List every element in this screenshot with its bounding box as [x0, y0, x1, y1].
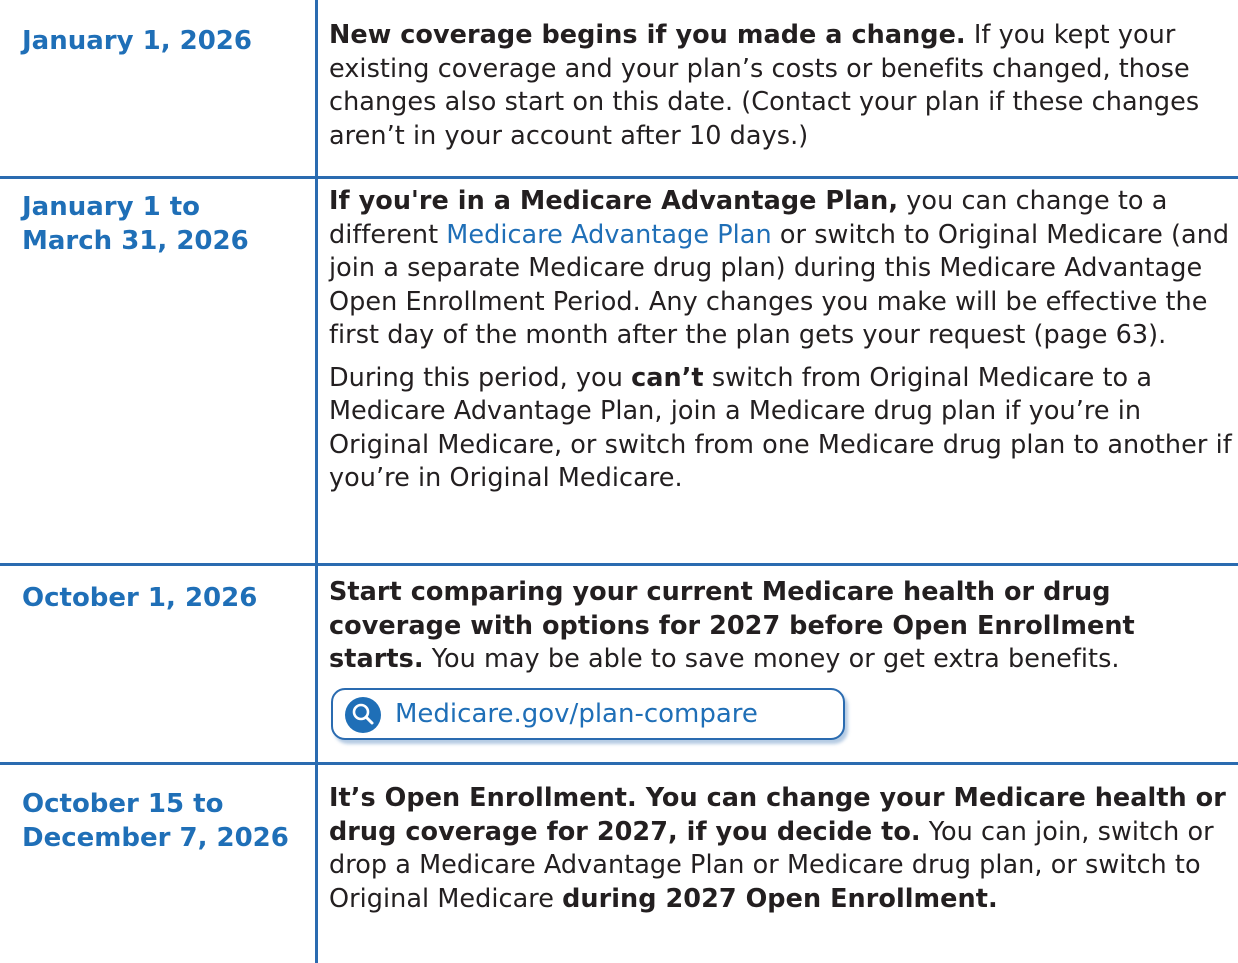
search-icon — [345, 697, 381, 733]
bold-lead: If you're in a Medicare Advantage Plan, — [329, 186, 899, 216]
date-line: March 31, 2026 — [22, 226, 249, 256]
date-label: October 1, 2026 — [22, 583, 258, 613]
date-label: October 15 to December 7, 2026 — [22, 787, 307, 855]
bold-emphasis: during 2027 Open Enrollment. — [562, 883, 998, 914]
enrollment-dates-table: January 1, 2026 New coverage begins if y… — [0, 0, 1238, 963]
plan-compare-link-text[interactable]: Medicare.gov/plan-compare — [395, 697, 758, 731]
date-line: October 15 to — [22, 789, 224, 819]
row-divider — [0, 176, 1238, 179]
row-divider — [0, 563, 1238, 566]
description-text: During this period, you — [329, 362, 632, 393]
row-description: It’s Open Enrollment. You can change you… — [329, 782, 1234, 916]
medicare-advantage-plan-link[interactable]: Medicare Advantage Plan — [446, 220, 771, 250]
date-line: January 1 to — [22, 192, 201, 222]
row-description: Start comparing your current Medicare he… — [329, 576, 1234, 677]
column-divider — [315, 0, 318, 963]
bold-lead: New coverage begins if you made a change… — [329, 20, 966, 50]
plan-compare-link-button[interactable]: Medicare.gov/plan-compare — [331, 688, 845, 740]
bold-emphasis: can’t — [631, 362, 704, 393]
date-line: December 7, 2026 — [22, 823, 289, 853]
row-description: New coverage begins if you made a change… — [329, 19, 1234, 153]
row-description: If you're in a Medicare Advantage Plan, … — [329, 185, 1234, 496]
description-text: You may be able to save money or get ext… — [423, 644, 1120, 674]
date-label: January 1, 2026 — [22, 26, 252, 56]
date-label: January 1 to March 31, 2026 — [22, 190, 307, 258]
row-divider — [0, 762, 1238, 765]
